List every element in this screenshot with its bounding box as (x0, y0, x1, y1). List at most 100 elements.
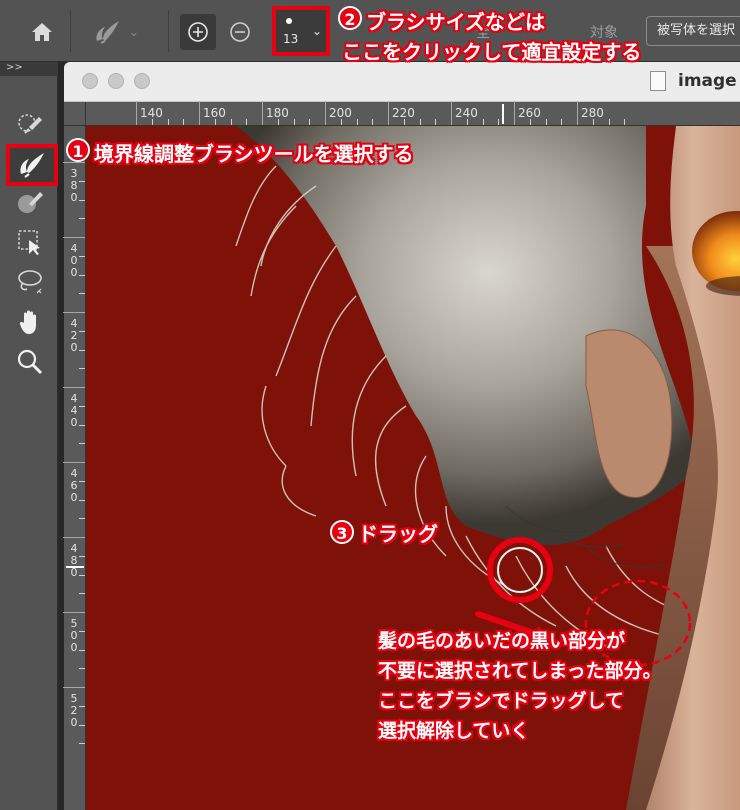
refine-edge-brush-tool[interactable] (6, 144, 58, 186)
step-3-text: ドラッグ (358, 522, 438, 546)
brush-tool[interactable] (10, 182, 50, 222)
ruler-label: 160 (203, 106, 226, 120)
ruler-major-tick (514, 101, 515, 125)
ruler-minor-tick (230, 119, 232, 125)
step-2-line1: ブラシサイズなどは (366, 10, 545, 34)
brush-size-picker[interactable]: 13 ⌄ (272, 6, 330, 56)
add-to-selection-icon (188, 22, 208, 42)
ruler-minor-tick (482, 119, 484, 125)
zoom-tool[interactable] (10, 342, 50, 382)
ruler-minor-tick (403, 119, 405, 125)
ruler-minor-tick (498, 119, 500, 125)
ruler-minor-tick (79, 274, 85, 276)
refine-edge-brush-icon (20, 153, 44, 178)
subtract-from-selection-button[interactable] (222, 14, 258, 50)
ruler-minor-tick (608, 119, 610, 125)
vertical-ruler: 3 8 04 0 04 2 04 4 04 6 04 8 05 0 05 2 0 (63, 126, 86, 810)
ruler-minor-tick (79, 593, 85, 595)
hand-icon (19, 310, 36, 334)
ruler-minor-tick (79, 255, 85, 257)
step-1-text: 境界線調整ブラシツールを選択する (94, 142, 414, 166)
note-line: 選択解除していく (378, 720, 530, 742)
ruler-major-tick (63, 237, 85, 238)
chevron-down-icon: ⌄ (128, 25, 140, 39)
ruler-minor-tick (561, 119, 563, 125)
separator (168, 10, 169, 52)
ruler-minor-tick (624, 119, 626, 125)
object-selection-icon (18, 230, 40, 255)
home-icon (32, 23, 52, 41)
document-title: image (678, 71, 737, 91)
tools-panel (0, 76, 58, 810)
minimize-window-button[interactable] (108, 73, 124, 89)
ruler-minor-tick (79, 574, 85, 576)
zoom-icon (17, 349, 43, 375)
ruler-minor-tick (79, 218, 85, 220)
ruler-minor-tick (372, 119, 374, 125)
ruler-major-tick (63, 537, 85, 538)
ruler-minor-tick (183, 119, 185, 125)
ruler-minor-tick (592, 119, 594, 125)
ruler-minor-tick (79, 499, 85, 501)
separator (70, 10, 71, 52)
refine-edge-brush-icon (96, 21, 119, 44)
quick-selection-icon (18, 114, 42, 134)
note-line: 不要に選択されてしまった部分。 (378, 660, 662, 682)
step-2-line2: ここをクリックして適宜設定する (342, 40, 642, 64)
horizontal-ruler: 140 160 180 200 220 240 260 280 (64, 101, 740, 126)
ruler-minor-tick (79, 555, 85, 557)
ruler-major-tick (262, 101, 263, 125)
ruler-major-tick (199, 101, 200, 125)
ruler-major-tick (63, 162, 85, 163)
ruler-minor-tick (79, 330, 85, 332)
object-selection-tool[interactable] (10, 222, 50, 262)
ruler-label: 220 (392, 106, 415, 120)
ruler-minor-tick (214, 119, 216, 125)
zoom-window-button[interactable] (134, 73, 150, 89)
ruler-major-tick (451, 101, 452, 125)
ruler-label: 240 (455, 106, 478, 120)
close-window-button[interactable] (82, 73, 98, 89)
ruler-minor-tick (79, 668, 85, 670)
note-line: 髪の毛のあいだの黒い部分が (378, 630, 626, 652)
ruler-minor-tick (466, 119, 468, 125)
ruler-label: 200 (329, 106, 352, 120)
ruler-minor-tick (79, 518, 85, 520)
ruler-minor-tick (79, 293, 85, 295)
brush-preset-dot-icon (286, 18, 292, 24)
lasso-tool[interactable] (10, 262, 50, 302)
ruler-minor-tick (79, 424, 85, 426)
add-to-selection-button[interactable] (180, 14, 216, 50)
note-line: ここをブラシでドラッグして (378, 690, 625, 712)
ruler-minor-tick (79, 705, 85, 707)
ruler-major-tick (577, 101, 578, 125)
ruler-minor-tick (435, 119, 437, 125)
ruler-minor-tick (340, 119, 342, 125)
ruler-minor-tick (79, 199, 85, 201)
subtract-from-selection-icon (230, 22, 250, 42)
ruler-major-tick (63, 387, 85, 388)
ruler-minor-tick (309, 119, 311, 125)
ruler-label: 280 (581, 106, 604, 120)
explanation-note: 髪の毛のあいだの黒い部分が 不要に選択されてしまった部分。 ここをブラシでドラッ… (378, 626, 662, 746)
ruler-minor-tick (79, 743, 85, 745)
ruler-major-tick (63, 687, 85, 688)
tool-preset-picker[interactable]: ⌄ (82, 14, 148, 50)
quick-selection-tool[interactable] (10, 106, 50, 146)
ruler-minor-tick (79, 405, 85, 407)
ruler-minor-tick (79, 480, 85, 482)
document-icon (650, 71, 666, 91)
photoshop-select-and-mask-workspace: ⌄ 13 ⌄ 全 対象 被写体を選択 >> image 140 160 180 … (0, 0, 740, 810)
panel-collapse-toggle[interactable]: >> (0, 62, 58, 76)
ruler-minor-tick (277, 119, 279, 125)
chevron-down-icon: ⌄ (311, 24, 322, 38)
select-subject-button[interactable]: 被写体を選択 (646, 16, 740, 46)
ruler-minor-tick (151, 119, 153, 125)
home-button[interactable] (22, 16, 62, 48)
ruler-minor-tick (293, 119, 295, 125)
hand-tool[interactable] (10, 302, 50, 342)
ruler-minor-tick (79, 724, 85, 726)
ruler-major-tick (388, 101, 389, 125)
step-2-badge: 2 (338, 6, 362, 30)
ruler-minor-tick (246, 119, 248, 125)
